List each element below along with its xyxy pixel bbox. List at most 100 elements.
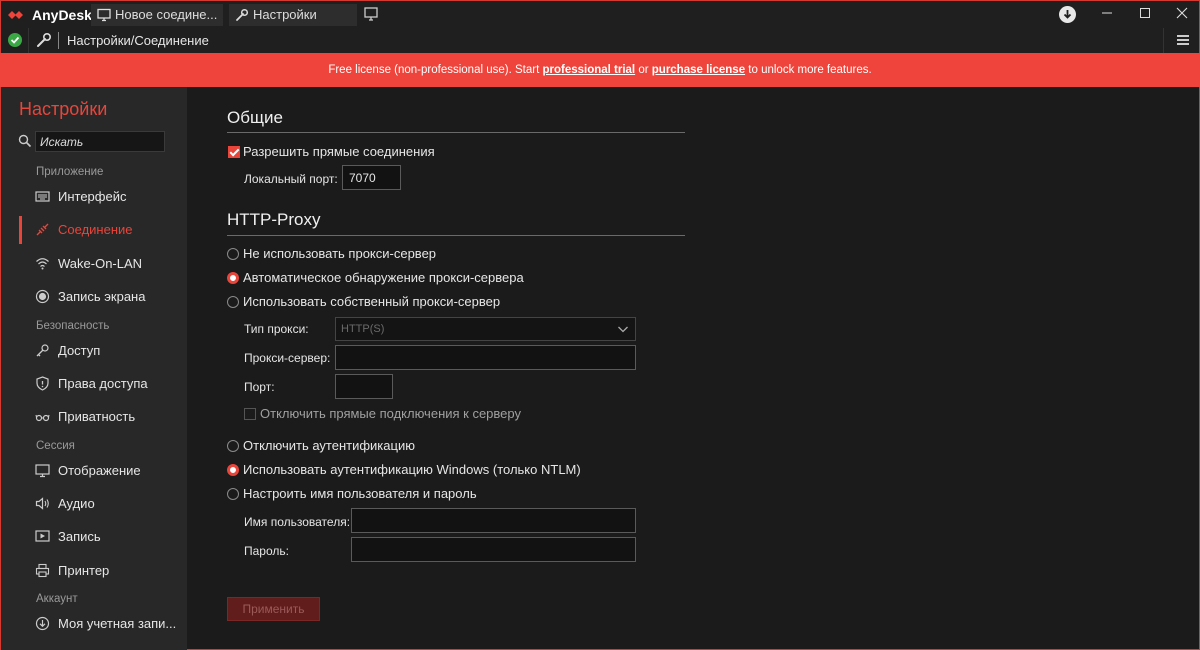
tab-settings[interactable]: Настройки (229, 4, 357, 26)
printer-icon (35, 563, 50, 578)
password-label: Пароль: (244, 544, 289, 558)
status-ok-icon (8, 33, 22, 47)
chevron-down-icon (618, 326, 628, 333)
sidebar-item-recording[interactable]: Запись (1, 523, 188, 551)
speaker-icon (35, 497, 49, 510)
sidebar-item-permissions[interactable]: Права доступа (1, 370, 188, 398)
no-proxy-label: Не использовать прокси-сервер (243, 246, 437, 261)
sidebar-item-connection[interactable]: Соединение (1, 216, 188, 244)
sidebar-item-privacy[interactable]: Приватность (1, 403, 188, 431)
sidebar-item-printer[interactable]: Принтер (1, 557, 188, 585)
custom-proxy-label: Использовать собственный прокси-сервер (243, 294, 501, 309)
user-pass-auth-label: Настроить имя пользователя и пароль (243, 486, 477, 501)
hamburger-menu-icon[interactable] (1163, 28, 1200, 53)
tab-label: Новое соедине... (115, 7, 218, 22)
custom-proxy-radio[interactable] (227, 296, 239, 308)
sidebar-item-label: Аудио (58, 496, 95, 511)
divider (28, 28, 29, 53)
download-icon[interactable] (1059, 6, 1076, 23)
search-icon (18, 134, 32, 148)
tab-new-connection[interactable]: Новое соедине... (91, 4, 223, 26)
proxy-server-label: Прокси-сервер: (244, 351, 331, 365)
sidebar-item-access[interactable]: Доступ (1, 337, 188, 365)
record-icon (35, 289, 50, 304)
purchase-license-link[interactable]: purchase license (652, 64, 745, 76)
sidebar-item-label: Отображение (58, 463, 141, 478)
password-input[interactable] (351, 537, 636, 562)
minimize-button[interactable] (1088, 1, 1126, 28)
monitor-icon (97, 8, 111, 22)
sidebar-item-label: Запись экрана (58, 289, 146, 304)
search-input[interactable] (35, 131, 165, 152)
sidebar-item-my-account[interactable]: Моя учетная запи... (1, 610, 188, 638)
keyboard-icon (35, 191, 50, 202)
section-session: Сессия (36, 440, 75, 452)
banner-text: to unlock more features. (745, 64, 872, 76)
proxy-type-select[interactable]: HTTP(S) (335, 317, 636, 341)
app-name: AnyDesk (32, 7, 92, 23)
proxy-port-label: Порт: (244, 380, 275, 394)
username-label: Имя пользователя: (244, 515, 351, 529)
user-pass-auth-radio[interactable] (227, 488, 239, 500)
close-button[interactable] (1163, 1, 1200, 28)
windows-auth-radio[interactable] (227, 464, 239, 476)
account-download-icon (35, 616, 50, 631)
section-security: Безопасность (36, 320, 110, 332)
proxy-type-label: Тип прокси: (244, 322, 309, 336)
anydesk-logo-icon (8, 11, 23, 19)
apply-button[interactable]: Применить (227, 597, 320, 621)
plug-icon (36, 223, 49, 236)
sidebar-item-label: Принтер (58, 563, 110, 578)
no-proxy-radio[interactable] (227, 248, 239, 260)
allow-direct-checkbox[interactable] (228, 146, 240, 158)
banner-text: Free license (non-professional use). Sta… (328, 64, 543, 76)
proxy-port-input[interactable] (335, 374, 393, 399)
sidebar-item-screen-recording[interactable]: Запись экрана (1, 283, 188, 311)
sidebar-item-label: Соединение (58, 222, 133, 237)
wifi-icon (36, 258, 49, 270)
sidebar-item-label: Интерфейс (58, 189, 127, 204)
sidebar-item-label: Wake-On-LAN (58, 256, 143, 271)
maximize-button[interactable] (1126, 1, 1164, 28)
play-video-icon (35, 530, 50, 542)
glasses-icon (35, 414, 50, 422)
no-auth-radio[interactable] (227, 440, 239, 452)
new-tab-icon[interactable] (363, 6, 379, 22)
sidebar-item-label: Приватность (58, 409, 136, 424)
windows-auth-label: Использовать аутентификацию Windows (тол… (243, 462, 581, 477)
professional-trial-link[interactable]: professional trial (542, 64, 635, 76)
local-port-label: Локальный порт: (244, 172, 338, 186)
sidebar-item-audio[interactable]: Аудио (1, 490, 188, 518)
active-indicator (19, 216, 22, 244)
address-bar: Настройки/Соединение (0, 28, 1200, 53)
settings-content: Общие Разрешить прямые соединения Локаль… (187, 87, 1200, 650)
proxy-type-value: HTTP(S) (341, 323, 385, 335)
username-input[interactable] (351, 508, 636, 533)
title-bar: AnyDesk Новое соедине... Настройки (0, 0, 1200, 28)
sidebar-title: Настройки (19, 99, 108, 119)
disable-direct-checkbox[interactable] (244, 408, 256, 420)
divider (227, 235, 685, 236)
section-app: Приложение (36, 166, 104, 178)
proxy-heading: HTTP-Proxy (227, 210, 321, 229)
banner-text: or (635, 64, 652, 76)
license-banner: Free license (non-professional use). Sta… (0, 53, 1200, 87)
tab-label: Настройки (253, 7, 317, 22)
sidebar-item-label: Права доступа (58, 376, 148, 391)
no-auth-label: Отключить аутентификацию (243, 438, 415, 453)
sidebar-item-label: Запись (58, 529, 101, 544)
wrench-icon (37, 32, 52, 47)
proxy-server-input[interactable] (335, 345, 636, 370)
sidebar-item-interface[interactable]: Интерфейс (1, 183, 188, 211)
local-port-input[interactable] (342, 165, 401, 190)
close-icon (1176, 7, 1188, 19)
key-icon (36, 344, 49, 357)
address-path[interactable]: Настройки/Соединение (67, 33, 209, 48)
auto-proxy-radio[interactable] (227, 272, 239, 284)
sidebar-item-label: Доступ (58, 343, 101, 358)
auto-proxy-label: Автоматическое обнаружение прокси-сервер… (243, 270, 524, 285)
settings-sidebar: Настройки Приложение Интерфейс Соединени… (0, 87, 187, 650)
sidebar-item-wake-on-lan[interactable]: Wake-On-LAN (1, 250, 188, 278)
divider (58, 32, 59, 49)
sidebar-item-display[interactable]: Отображение (1, 457, 188, 485)
